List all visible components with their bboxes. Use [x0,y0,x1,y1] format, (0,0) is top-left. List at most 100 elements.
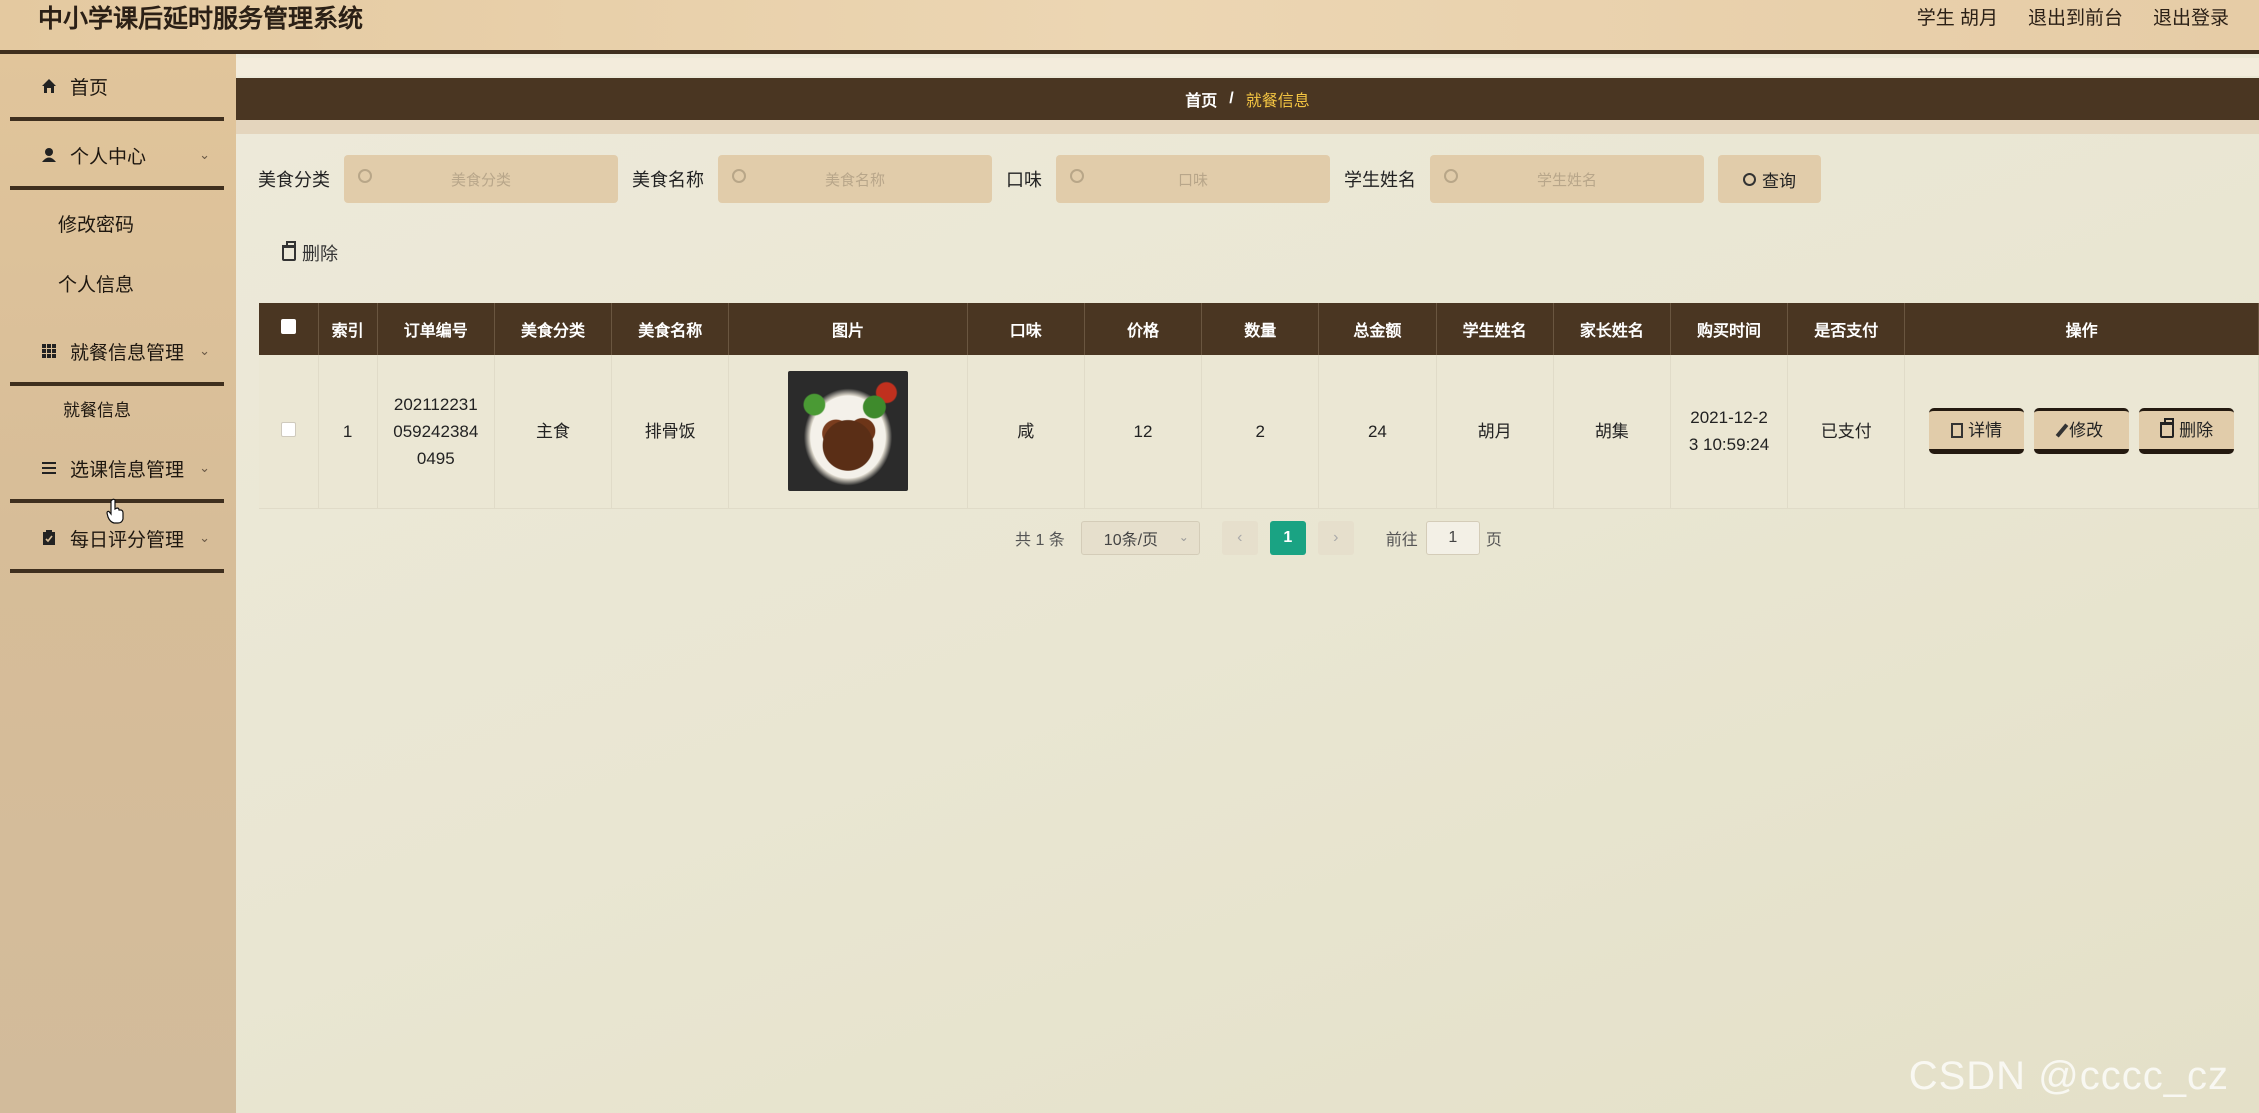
app-title: 中小学课后延时服务管理系统 [38,5,364,33]
breadcrumb-home[interactable]: 首页 [1185,87,1217,111]
next-page-button[interactable]: › [1317,521,1354,555]
order-no-line: 0495 [416,448,455,468]
detail-button-label: 详情 [1968,420,2003,440]
document-icon [1951,422,1964,438]
search-bar: 美食分类 美食分类 美食名称 美食名称 口味 口味 学生姓名 学生姓名 查询 [258,155,1821,203]
edit-button-label: 修改 [2069,420,2104,440]
food-image[interactable] [788,371,908,492]
chevron-down-icon: ⌄ [1178,530,1189,544]
back-to-frontend-link[interactable]: 退出到前台 [2028,4,2123,34]
delete-button-label: 删除 [2179,420,2214,440]
column-header: 家长姓名 [1553,303,1671,355]
column-header: 口味 [967,303,1085,355]
search-icon [358,169,372,183]
category-cell: 主食 [494,355,613,509]
watermark: CSDN @cccc_cz [1908,1054,2229,1098]
trash-icon [282,241,296,261]
main-divider-strip [236,120,2259,134]
edit-button[interactable]: 修改 [2034,408,2130,455]
table-row: 1 202112231 059242384 0495 主食 排骨饭 咸 12 2… [259,355,2259,509]
page-unit-label: 页 [1485,532,1502,549]
food-category-label: 美食分类 [258,170,330,190]
delete-button[interactable]: 删除 [2139,408,2235,455]
home-icon [40,77,58,95]
logout-link[interactable]: 退出登录 [2153,4,2229,34]
user-icon [40,146,58,164]
sidebar-item-dining-management[interactable]: 就餐信息管理 ⌄ [10,320,224,386]
batch-delete-label: 删除 [302,244,338,264]
column-header: 数量 [1201,303,1320,355]
sidebar-item-personal-center[interactable]: 个人中心 ⌄ [10,124,224,190]
detail-button[interactable]: 详情 [1929,408,2025,455]
user-label: 学生 胡月 [1916,8,1998,29]
chevron-down-icon: ⌄ [199,460,210,475]
time-cell: 2021-12-2 3 10:59:24 [1670,355,1789,509]
time-line: 3 10:59:24 [1688,435,1770,455]
chevron-right-icon: › [1333,529,1339,546]
order-no-cell: 202112231 059242384 0495 [377,355,495,509]
search-icon [732,169,746,183]
pagination: 共 1 条 10条/页 ⌄ ‹ 1 › 前往 1 页 [1015,521,1502,555]
breadcrumb-current: 就餐信息 [1245,93,1310,110]
image-cell [728,355,968,509]
list-icon [40,459,58,477]
column-header: 购买时间 [1670,303,1789,355]
pagination-total: 共 1 条 [1015,532,1065,549]
edit-icon [2055,423,2069,438]
chevron-down-icon: ⌄ [199,530,210,545]
batch-delete-button[interactable]: 删除 [282,240,338,266]
food-category-input[interactable]: 美食分类 [344,155,618,203]
main-top-strip [236,58,2259,76]
column-header: 学生姓名 [1436,303,1554,355]
select-all-cell [259,303,319,355]
sidebar: 首页 个人中心 ⌄ 修改密码 个人信息 就餐信息管理 ⌄ 就餐信息 选课信息管理… [0,54,236,1113]
column-header: 美食分类 [494,303,613,355]
sidebar-item-change-password[interactable]: 修改密码 [58,210,134,237]
chevron-left-icon: ‹ [1237,529,1243,546]
search-icon [1444,169,1458,183]
sidebar-item-profile[interactable]: 个人信息 [58,270,134,297]
top-bar: 中小学课后延时服务管理系统 学生 胡月 退出到前台 退出登录 [0,0,2259,54]
goto-page-input[interactable]: 1 [1425,521,1480,555]
row-checkbox[interactable] [280,421,296,437]
column-header: 总金额 [1318,303,1437,355]
student-name-input[interactable]: 学生姓名 [1430,155,1704,203]
chevron-down-icon: ⌄ [199,147,210,162]
column-header: 是否支付 [1787,303,1906,355]
query-button[interactable]: 查询 [1718,155,1821,203]
table-header-row: 索引 订单编号 美食分类 美食名称 图片 口味 价格 数量 总金额 学生姓名 家… [259,303,2259,355]
sidebar-item-home[interactable]: 首页 [10,55,224,121]
sidebar-item-course-management[interactable]: 选课信息管理 ⌄ [10,437,224,503]
sidebar-item-label: 首页 [70,77,109,99]
actions-cell: 详情 修改 删除 [1904,355,2259,509]
quantity-cell: 2 [1201,355,1320,509]
breadcrumb-separator: / [1229,90,1234,107]
taste-cell: 咸 [967,355,1085,509]
page-number-button[interactable]: 1 [1269,521,1306,555]
food-name-input[interactable]: 美食名称 [718,155,992,203]
goto-label: 前往 [1385,532,1418,549]
column-header: 操作 [1904,303,2259,355]
dining-table: 索引 订单编号 美食分类 美食名称 图片 口味 价格 数量 总金额 学生姓名 家… [259,303,2259,509]
order-no-line: 202112231 [393,394,478,414]
time-line: 2021-12-2 [1690,408,1768,428]
student-cell: 胡月 [1436,355,1554,509]
search-icon [1070,169,1084,183]
student-name-placeholder: 学生姓名 [1536,171,1597,189]
row-select-cell [259,355,319,509]
index-cell: 1 [318,355,378,509]
food-category-placeholder: 美食分类 [450,171,511,189]
select-all-checkbox[interactable] [280,319,296,334]
hand-cursor-icon [106,498,124,524]
order-no-line: 059242384 [393,421,479,441]
page-size-select[interactable]: 10条/页 ⌄ [1080,521,1200,555]
breadcrumb: 首页 / 就餐信息 [236,78,2259,120]
column-header: 订单编号 [377,303,495,355]
prev-page-button[interactable]: ‹ [1221,521,1258,555]
sidebar-item-label: 选课信息管理 [70,459,185,481]
food-name-label: 美食名称 [632,170,704,190]
column-header: 图片 [728,303,968,355]
taste-input[interactable]: 口味 [1056,155,1330,203]
sidebar-item-dining-info[interactable]: 就餐信息 [63,396,131,421]
search-icon [1743,172,1756,186]
